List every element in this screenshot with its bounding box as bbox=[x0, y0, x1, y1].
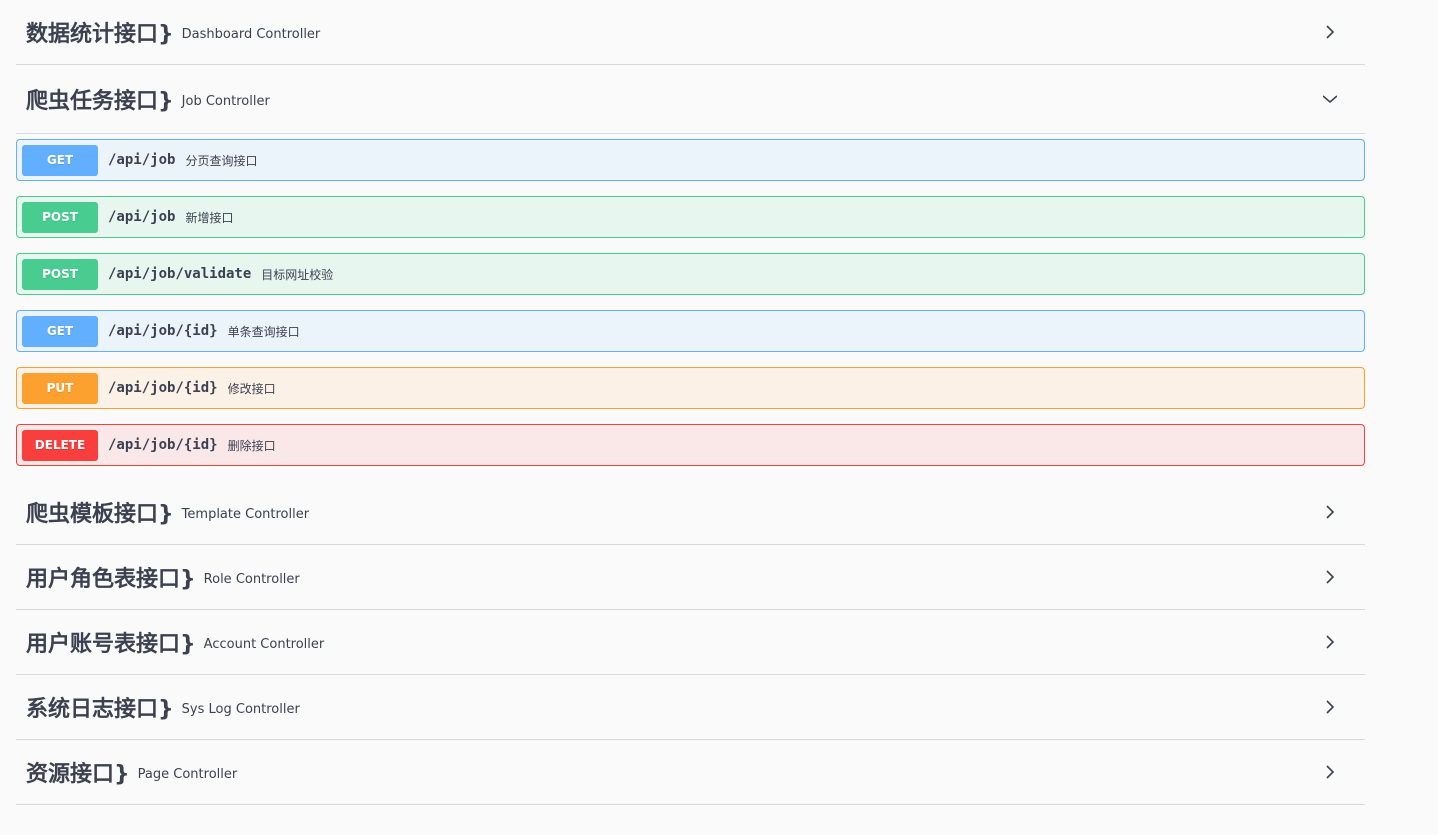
tag-job-controller[interactable]: 爬虫任务接口} Job Controller bbox=[16, 65, 1365, 134]
operation-path: /api/job/{id} bbox=[108, 380, 218, 396]
tag-description: Job Controller bbox=[181, 93, 270, 109]
tag-title: 系统日志接口} bbox=[26, 697, 174, 722]
tag-title: 数据统计接口} bbox=[26, 22, 174, 47]
operation-row[interactable]: POST /api/job 新增接口 bbox=[16, 196, 1365, 238]
method-badge: GET bbox=[22, 144, 98, 176]
operation-row[interactable]: DELETE /api/job/{id} 删除接口 bbox=[16, 424, 1365, 466]
chevron-right-icon[interactable] bbox=[1323, 570, 1337, 584]
chevron-right-icon[interactable] bbox=[1323, 25, 1337, 39]
chevron-right-icon[interactable] bbox=[1323, 635, 1337, 649]
operation-summary: 单条查询接口 bbox=[227, 324, 300, 339]
operation-path: /api/job/{id} bbox=[108, 437, 218, 453]
tag-title: 用户账号表接口} bbox=[26, 632, 196, 657]
api-tag-list: 数据统计接口} Dashboard Controller 爬虫任务接口} Job… bbox=[16, 0, 1365, 805]
tag-description: Dashboard Controller bbox=[181, 26, 321, 42]
tag-title: 爬虫模板接口} bbox=[26, 502, 174, 527]
tag-title: 爬虫任务接口} bbox=[26, 89, 174, 114]
method-badge: PUT bbox=[22, 372, 98, 404]
chevron-down-icon[interactable] bbox=[1323, 92, 1337, 106]
operation-path: /api/job/{id} bbox=[108, 323, 218, 339]
method-badge: DELETE bbox=[22, 429, 98, 461]
tag-page-controller[interactable]: 资源接口} Page Controller bbox=[16, 740, 1365, 805]
tag-title: 用户角色表接口} bbox=[26, 567, 196, 592]
operation-path: /api/job bbox=[108, 209, 176, 225]
operation-row[interactable]: PUT /api/job/{id} 修改接口 bbox=[16, 367, 1365, 409]
tag-description: Account Controller bbox=[203, 636, 325, 652]
tag-template-controller[interactable]: 爬虫模板接口} Template Controller bbox=[16, 480, 1365, 545]
tag-dashboard-controller[interactable]: 数据统计接口} Dashboard Controller bbox=[16, 0, 1365, 65]
operations-list: GET /api/job 分页查询接口 POST /api/job 新增接口 P… bbox=[16, 134, 1365, 480]
operation-row[interactable]: GET /api/job/{id} 单条查询接口 bbox=[16, 310, 1365, 352]
method-badge: GET bbox=[22, 315, 98, 347]
operation-path: /api/job/validate bbox=[108, 266, 252, 282]
operation-summary: 分页查询接口 bbox=[185, 153, 258, 168]
tag-role-controller[interactable]: 用户角色表接口} Role Controller bbox=[16, 545, 1365, 610]
chevron-right-icon[interactable] bbox=[1323, 505, 1337, 519]
operation-row[interactable]: POST /api/job/validate 目标网址校验 bbox=[16, 253, 1365, 295]
operation-summary: 删除接口 bbox=[227, 438, 276, 453]
tag-description: Sys Log Controller bbox=[181, 701, 300, 717]
tag-description: Role Controller bbox=[203, 571, 300, 587]
chevron-right-icon[interactable] bbox=[1323, 765, 1337, 779]
tag-description: Template Controller bbox=[181, 506, 310, 522]
chevron-right-icon[interactable] bbox=[1323, 700, 1337, 714]
method-badge: POST bbox=[22, 258, 98, 290]
operation-path: /api/job bbox=[108, 152, 176, 168]
tag-account-controller[interactable]: 用户账号表接口} Account Controller bbox=[16, 610, 1365, 675]
tag-title: 资源接口} bbox=[26, 762, 130, 787]
operation-summary: 新增接口 bbox=[185, 210, 234, 225]
tag-sys-log-controller[interactable]: 系统日志接口} Sys Log Controller bbox=[16, 675, 1365, 740]
method-badge: POST bbox=[22, 201, 98, 233]
operation-summary: 修改接口 bbox=[227, 381, 276, 396]
tag-description: Page Controller bbox=[137, 766, 238, 782]
operation-row[interactable]: GET /api/job 分页查询接口 bbox=[16, 139, 1365, 181]
operation-summary: 目标网址校验 bbox=[261, 267, 334, 282]
